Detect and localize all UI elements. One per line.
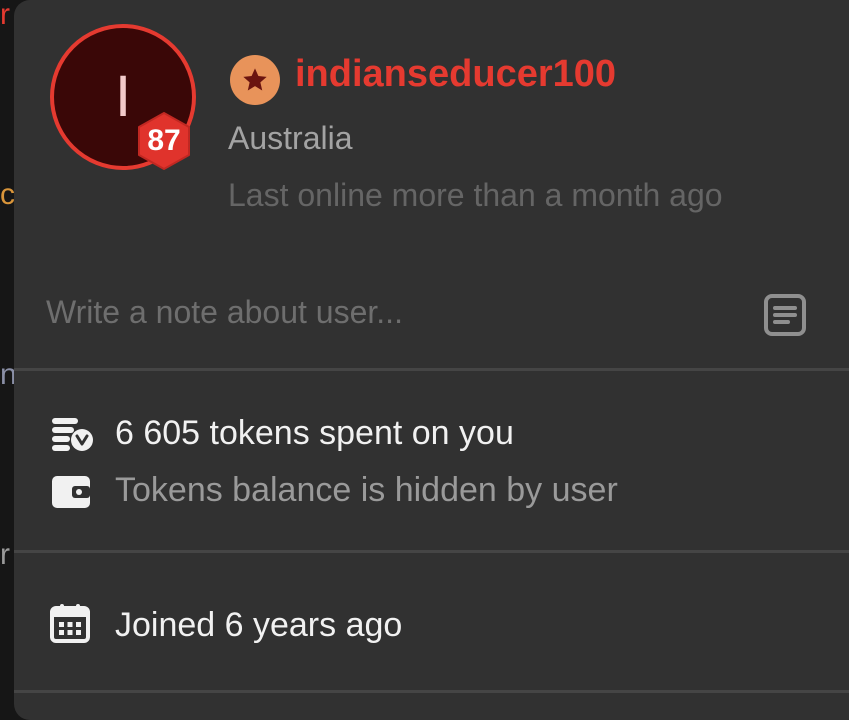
coins-stack-icon	[50, 416, 94, 459]
level-badge: 87	[133, 110, 195, 172]
background-fragment: c	[0, 178, 15, 211]
background-page-edge: r c n r	[0, 0, 17, 700]
section-divider	[14, 550, 849, 553]
level-number: 87	[147, 124, 181, 157]
user-location: Australia	[228, 120, 353, 156]
user-note-input[interactable]	[46, 284, 726, 340]
username-link[interactable]: indianseducer100	[295, 50, 616, 98]
background-fragment: r	[0, 0, 10, 31]
avatar[interactable]: I 87	[50, 24, 196, 170]
joined-date-text: Joined 6 years ago	[115, 606, 403, 644]
tokens-spent-text: 6 605 tokens spent on you	[115, 414, 514, 452]
calendar-icon	[50, 603, 90, 648]
star-icon	[230, 55, 280, 105]
tokens-balance-text: Tokens balance is hidden by user	[115, 471, 618, 509]
document-icon[interactable]	[762, 292, 808, 338]
wallet-icon	[50, 474, 94, 515]
user-profile-card: I 87 indianseducer100 Australia Last onl…	[14, 0, 849, 720]
background-fragment: r	[0, 538, 10, 571]
last-online-status: Last online more than a month ago	[228, 177, 723, 213]
section-divider	[14, 690, 849, 693]
section-divider	[14, 368, 849, 371]
